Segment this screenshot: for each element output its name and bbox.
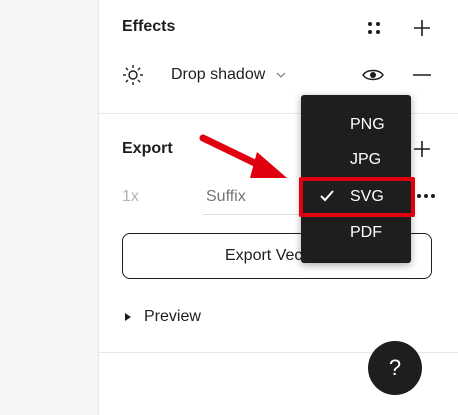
effect-settings-button[interactable] <box>120 62 146 88</box>
help-button[interactable]: ? <box>368 341 422 395</box>
effect-styles-button[interactable] <box>362 16 386 40</box>
chevron-down-icon <box>276 72 286 78</box>
preview-label: Preview <box>144 308 201 325</box>
check-icon <box>320 190 334 202</box>
export-heading: Export <box>122 140 173 157</box>
effect-type-select[interactable]: Drop shadow <box>171 66 286 84</box>
preview-toggle[interactable]: Preview <box>124 308 201 326</box>
format-option-label: JPG <box>350 151 382 168</box>
minus-icon <box>413 74 431 76</box>
more-icon <box>417 194 435 198</box>
remove-effect-button[interactable] <box>410 63 434 87</box>
export-format-menu: PNG JPG SVG PDF <box>301 95 411 263</box>
format-option-label: SVG <box>350 188 384 205</box>
export-scale-select[interactable]: 1x <box>122 188 139 206</box>
plus-icon <box>414 141 430 157</box>
plus-icon <box>414 20 430 36</box>
format-option-png[interactable]: PNG <box>301 109 411 141</box>
format-option-jpg[interactable]: JPG <box>301 144 411 176</box>
format-option-svg[interactable]: SVG <box>301 181 411 213</box>
toggle-visibility-button[interactable] <box>361 63 385 87</box>
caret-right-icon <box>125 312 131 321</box>
sun-icon <box>123 65 143 85</box>
dots-grid-icon <box>368 22 380 34</box>
add-effect-button[interactable] <box>410 16 434 40</box>
effects-heading: Effects <box>122 18 176 35</box>
help-label: ? <box>388 355 402 380</box>
canvas-area <box>0 0 99 415</box>
export-settings-button[interactable] <box>414 186 438 206</box>
format-option-label: PDF <box>350 224 382 241</box>
format-option-label: PNG <box>350 116 385 133</box>
effect-type-label: Drop shadow <box>171 66 266 83</box>
format-option-pdf[interactable]: PDF <box>301 217 411 249</box>
add-export-button[interactable] <box>410 137 434 161</box>
eye-icon <box>362 69 384 81</box>
annotation-arrow-icon <box>199 134 287 178</box>
